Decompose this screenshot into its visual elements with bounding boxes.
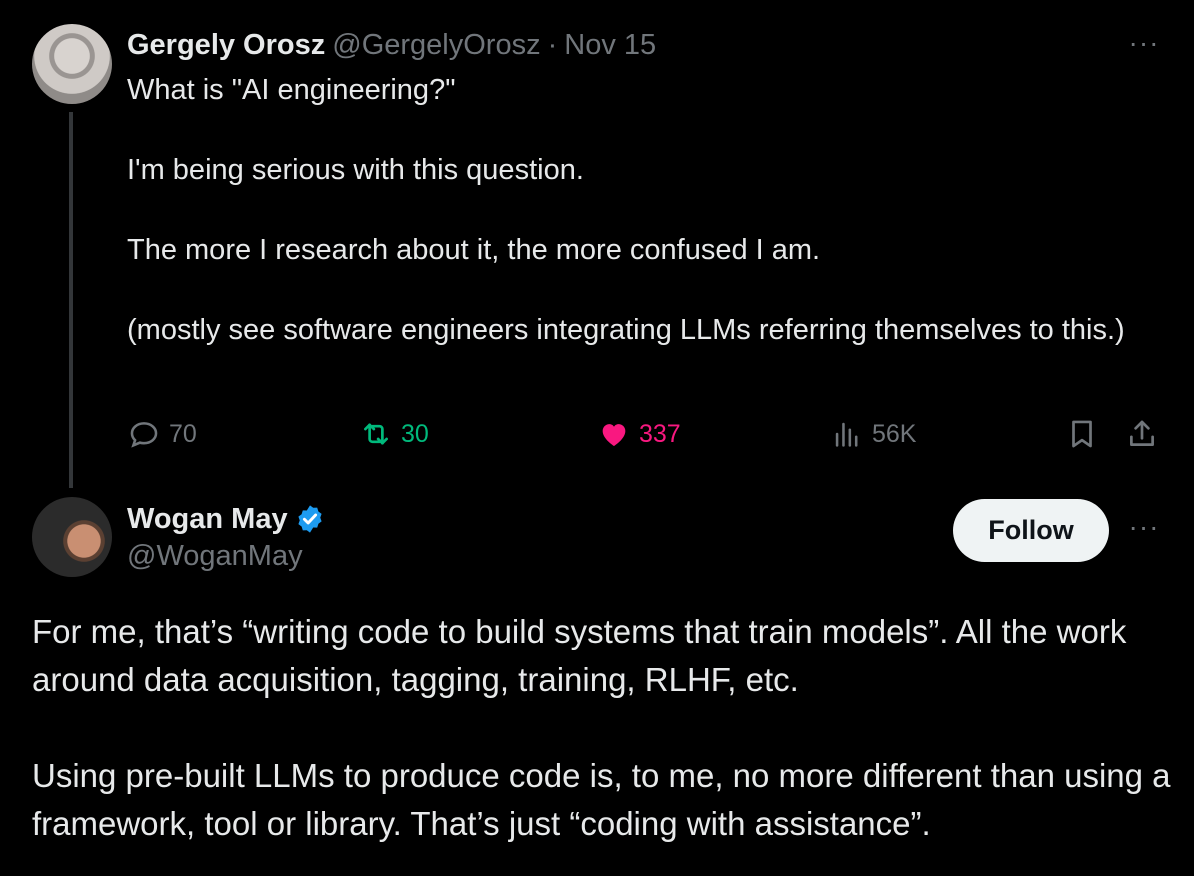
separator-dot: ·: [547, 28, 558, 61]
tweet1-action-bar: 70 30 337 56K: [127, 412, 1167, 456]
views-button[interactable]: 56K: [830, 412, 916, 456]
tweet2-text: For me, that’s “writing code to build sy…: [32, 608, 1172, 848]
thread-connector-line: [69, 112, 73, 488]
avatar-gergely[interactable]: [32, 24, 112, 104]
bookmark-icon: [1072, 420, 1092, 448]
bookmark-button[interactable]: [1065, 412, 1107, 456]
reply-count: 70: [169, 419, 197, 448]
more-icon[interactable]: ···: [1124, 513, 1164, 541]
reply-icon: [130, 422, 158, 448]
author-handle[interactable]: @GergelyOrosz: [332, 29, 540, 62]
tweet-date[interactable]: Nov 15: [564, 29, 656, 62]
tweet2-header: Wogan May: [127, 500, 326, 538]
tweet-line: The more I research about it, the more c…: [127, 234, 821, 266]
views-icon: [835, 422, 858, 447]
heart-icon: [602, 424, 626, 447]
verified-badge-icon: [297, 505, 322, 533]
more-icon[interactable]: ···: [1124, 29, 1164, 57]
tweet-line: (mostly see software engineers integrati…: [127, 314, 1125, 346]
author-handle[interactable]: @WoganMay: [127, 540, 303, 573]
tweet1-header: Gergely Orosz @GergelyOrosz · Nov 15: [127, 28, 656, 62]
reply-button[interactable]: 70: [127, 412, 197, 456]
like-button[interactable]: 337: [597, 412, 681, 456]
tweet-paragraph: For me, that’s “writing code to build sy…: [32, 613, 1127, 698]
tweet-paragraph: Using pre-built LLMs to produce code is,…: [32, 757, 1171, 842]
author-name[interactable]: Gergely Orosz: [127, 29, 325, 62]
tweet1-text: What is "AI engineering?" I'm being seri…: [127, 70, 1147, 350]
repost-count: 30: [401, 419, 429, 448]
like-count: 337: [639, 419, 681, 448]
share-icon: [1130, 420, 1154, 446]
follow-button[interactable]: Follow: [953, 499, 1109, 562]
repost-button[interactable]: 30: [359, 412, 429, 456]
repost-icon: [364, 423, 388, 445]
share-button[interactable]: [1125, 412, 1167, 456]
tweet-line: I'm being serious with this question.: [127, 154, 584, 186]
views-count: 56K: [872, 419, 917, 448]
tweet-line: What is "AI engineering?": [127, 74, 456, 106]
author-name[interactable]: Wogan May: [127, 503, 288, 536]
avatar-wogan[interactable]: [32, 497, 112, 577]
